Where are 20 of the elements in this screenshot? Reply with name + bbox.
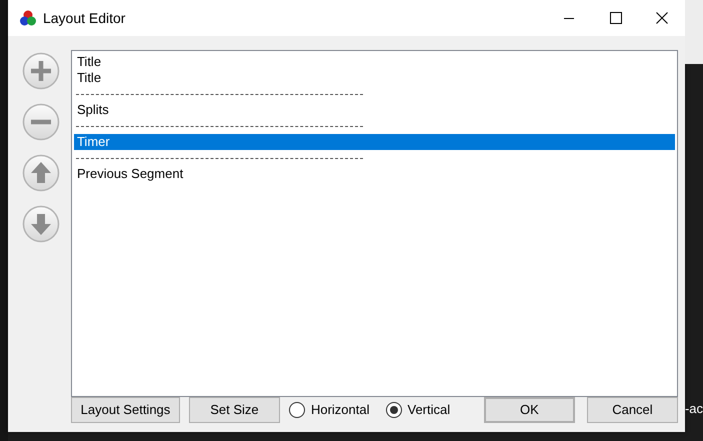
add-icon-button[interactable] (22, 52, 60, 90)
list-item[interactable]: Title (74, 54, 675, 70)
layout-settings-button[interactable]: Layout Settings (70, 397, 180, 423)
orientation-radio[interactable]: Horizontal (288, 400, 370, 420)
cancel-button[interactable]: Cancel (586, 397, 678, 423)
down-arrow-icon-button[interactable] (22, 205, 60, 243)
background-text: -ac (684, 400, 703, 418)
set-size-button[interactable]: Set Size (188, 397, 280, 423)
ok-button[interactable]: OK (484, 397, 575, 423)
up-arrow-icon-button[interactable] (22, 154, 60, 192)
app-logo-icon (18, 9, 37, 27)
orientation-radio[interactable]: Vertical (386, 400, 450, 420)
list-item[interactable]: Title (74, 70, 675, 86)
maximize-icon (610, 12, 622, 24)
list-item[interactable]: Splits (74, 102, 675, 118)
list-item[interactable]: Previous Segment (74, 166, 675, 182)
close-icon (656, 12, 668, 24)
list-item[interactable]: Timer (74, 134, 675, 150)
remove-icon-button[interactable] (22, 103, 60, 141)
window-title: Layout Editor (42, 8, 126, 28)
